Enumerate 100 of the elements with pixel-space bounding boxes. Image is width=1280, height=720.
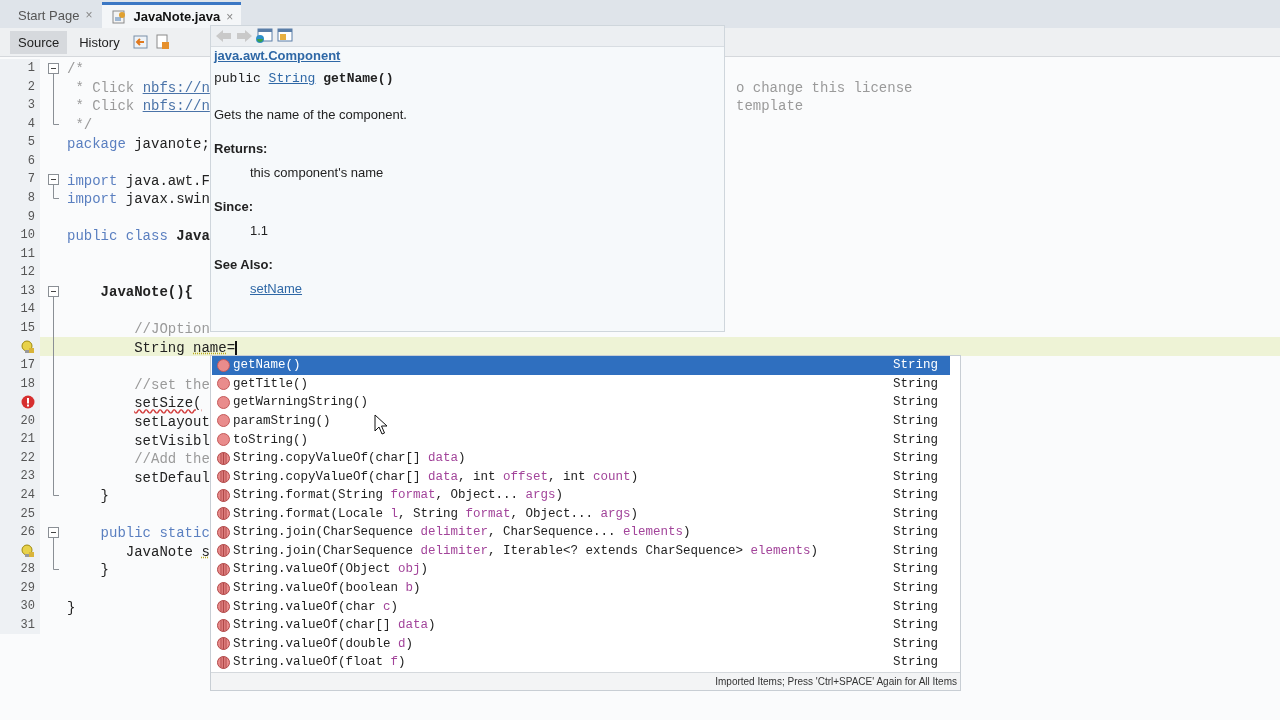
browser-icon[interactable] (255, 28, 273, 44)
static-method-icon (217, 637, 230, 651)
window-icon[interactable] (275, 28, 293, 44)
line-number: 11 (20, 245, 35, 263)
static-method-icon (217, 451, 230, 465)
method-icon (217, 377, 230, 391)
previous-edit-icon[interactable] (131, 33, 150, 51)
completion-item[interactable]: String.join(CharSequence delimiter, CharSequence... elements) String (212, 523, 950, 542)
fold-toggle-icon[interactable] (48, 527, 59, 539)
error-icon[interactable] (21, 395, 35, 410)
completion-item[interactable]: getName() String (212, 356, 950, 375)
section-text: this component's name (250, 165, 384, 180)
code-line: /* (67, 61, 84, 78)
line-number: 22 (20, 449, 35, 467)
completion-item[interactable]: String.valueOf(boolean b) String (212, 578, 950, 598)
section-heading: See Also: (214, 257, 274, 272)
code-line: } (99, 562, 109, 579)
line-number: 15 (20, 319, 35, 337)
completion-item[interactable]: toString() String (212, 430, 950, 449)
line-number: 5 (27, 134, 35, 152)
completion-item[interactable]: String.valueOf(char c) String (212, 597, 950, 616)
line-number: 7 (27, 171, 35, 189)
fold-end-line (53, 114, 59, 125)
line-number: 18 (20, 375, 35, 393)
class-link[interactable]: java.awt.Component (214, 48, 341, 63)
code-line: import javax.swin (67, 191, 210, 208)
code-line: } (99, 488, 109, 505)
completion-item[interactable]: String.format(String format, Object... args) String (212, 485, 950, 505)
line-number: 8 (27, 189, 35, 207)
method-icon (217, 395, 230, 409)
completion-item[interactable]: String.copyValueOf(char[] data, int offset, int count) String (212, 467, 950, 486)
lightbulb-icon[interactable] (21, 543, 35, 558)
code-line: setSize( (133, 395, 202, 412)
line-number: 13 (20, 282, 35, 300)
mouse-pointer-icon (374, 414, 388, 436)
static-method-icon (217, 488, 230, 502)
static-method-icon (217, 600, 230, 614)
line-number: 17 (20, 357, 35, 374)
completion-item[interactable]: String.valueOf(Object obj) String (212, 560, 950, 579)
fold-end-line (53, 560, 59, 571)
completion-item[interactable]: String.join(CharSequence delimiter, Iterable<? extends CharSequence> elements) String (212, 541, 950, 561)
description-text: Gets the name of the component. (214, 107, 408, 122)
line-number: 21 (20, 431, 35, 449)
code-line: setVisibl (133, 432, 210, 449)
view-tab[interactable]: History (71, 30, 128, 54)
static-method-icon (217, 562, 230, 576)
line-number: 30 (20, 598, 35, 616)
line-number: 31 (20, 616, 35, 634)
fold-toggle-icon[interactable] (48, 174, 59, 186)
fold-toggle-icon[interactable] (48, 63, 59, 74)
fold-end-line (53, 188, 59, 199)
line-number: 3 (27, 97, 35, 115)
lightbulb-icon[interactable] (21, 339, 35, 354)
section-text: 1.1 (250, 223, 269, 238)
line-number: 20 (20, 412, 35, 430)
static-method-icon (217, 581, 230, 595)
static-method-icon (217, 544, 230, 558)
code-line: //JOption (133, 321, 210, 338)
method-signature: public String getName() (214, 71, 395, 86)
code-comment: template (736, 98, 804, 115)
line-number: 23 (20, 468, 35, 486)
completion-item[interactable]: String.valueOf(float f) String (212, 653, 950, 672)
code-line: public class Java (67, 228, 210, 245)
code-line: public static (99, 525, 210, 542)
completion-item[interactable]: String.valueOf(double d) String (212, 634, 950, 653)
line-number: 24 (20, 486, 35, 504)
section-heading: Since: (214, 199, 254, 214)
completion-item[interactable]: getTitle() String (212, 374, 950, 394)
see-also-link[interactable]: setName (250, 281, 303, 296)
static-method-icon (217, 525, 230, 539)
hint-text: Imported Items; Press 'Ctrl+SPACE' Again for All Items (715, 675, 957, 687)
code-line: } (67, 599, 76, 616)
code-line: JavaNote(){ (99, 284, 194, 301)
completion-item[interactable]: String.copyValueOf(char[] data) String (212, 448, 950, 468)
line-number: 28 (20, 561, 35, 579)
static-method-icon (217, 618, 230, 632)
completion-item[interactable]: String.valueOf(char[] data) String (212, 615, 950, 635)
line-number: 12 (20, 264, 35, 282)
document-icon[interactable] (153, 33, 172, 51)
code-line: //Add the (133, 451, 210, 468)
line-number: 10 (20, 227, 35, 245)
code-line: setDefaul (133, 469, 210, 486)
static-method-icon (217, 507, 230, 521)
method-icon (217, 433, 230, 447)
editor-tab[interactable]: Start Page × (8, 2, 101, 28)
code-line: setLayout (133, 413, 210, 430)
completion-item[interactable]: getWarningString() String (212, 393, 950, 412)
code-line: JavaNote s (124, 543, 210, 560)
method-icon (217, 358, 230, 372)
line-number: 25 (20, 505, 35, 523)
completion-item[interactable]: paramString() String (212, 411, 950, 431)
line-number: 1 (27, 60, 35, 77)
section-heading: Returns: (214, 141, 269, 156)
line-number: 4 (27, 115, 35, 133)
view-tab[interactable]: Source (10, 30, 68, 54)
code-line: * Click nbfs://n (74, 98, 210, 115)
line-number: 14 (20, 301, 35, 319)
fold-toggle-icon[interactable] (48, 285, 59, 297)
editor-tab[interactable]: JavaNote.java × (102, 2, 242, 28)
completion-item[interactable]: String.format(Locale l, String format, Object... args) String (212, 504, 950, 524)
